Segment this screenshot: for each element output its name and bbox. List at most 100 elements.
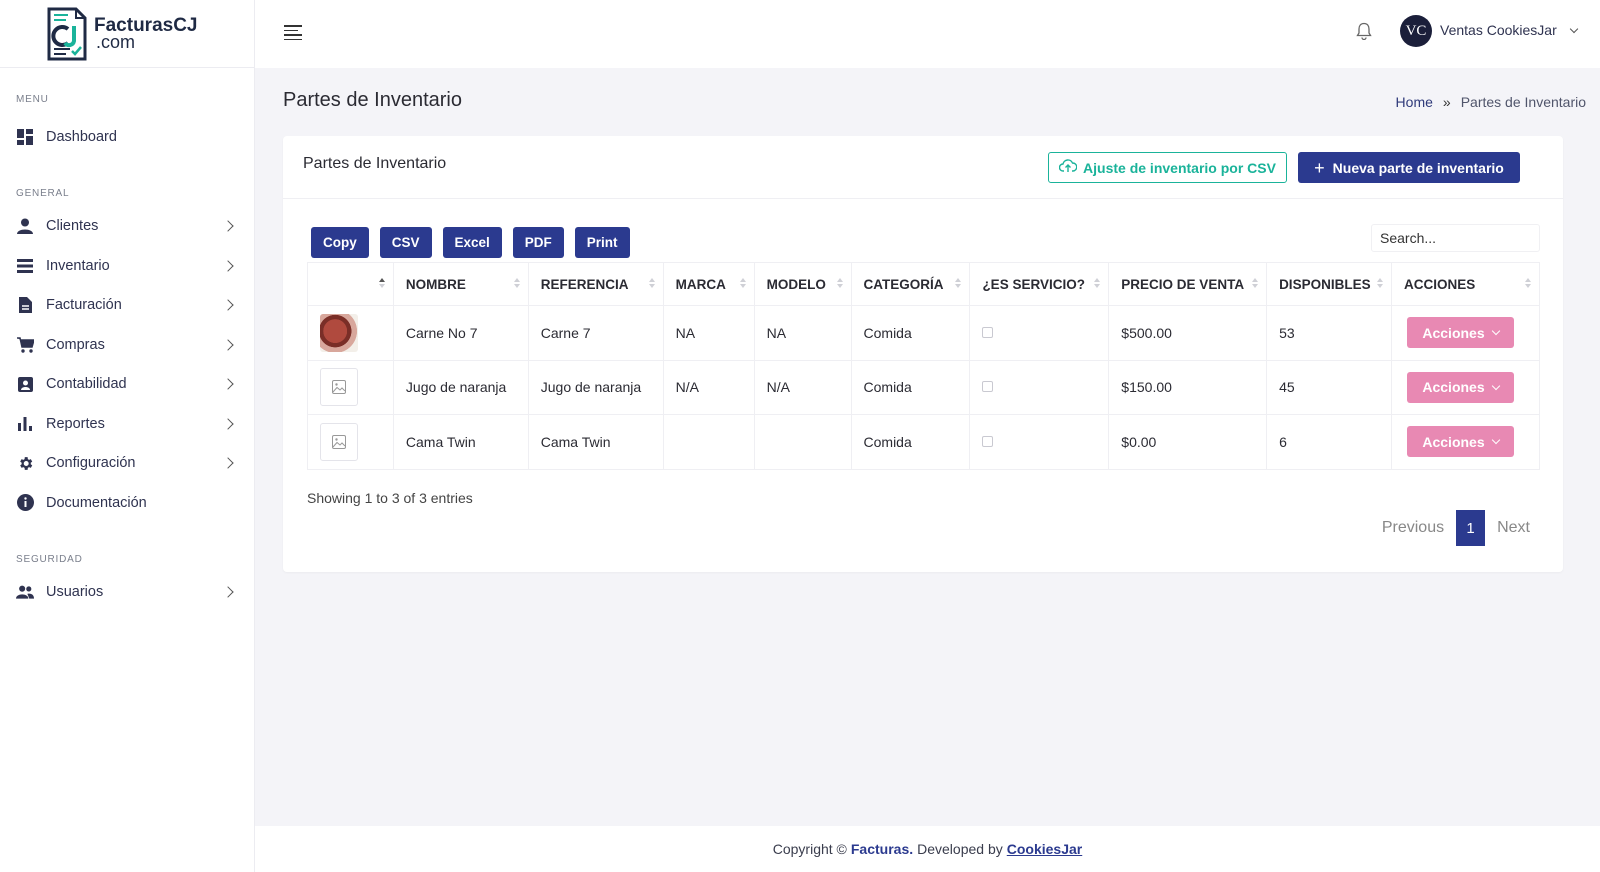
footer: Copyright © Facturas. Developed by Cooki…	[255, 826, 1600, 872]
acciones-label: Acciones	[1422, 324, 1485, 341]
column-header-marca[interactable]: MARCA	[662, 262, 755, 306]
image-placeholder-icon[interactable]	[320, 368, 358, 407]
bar-chart-icon	[16, 415, 34, 433]
avatar[interactable]: VC	[1400, 15, 1432, 47]
sidebar-item-label: Facturación	[46, 297, 122, 314]
image-placeholder-icon[interactable]	[320, 422, 358, 461]
column-header-referencia[interactable]: REFERENCIA	[527, 262, 664, 306]
acciones-button[interactable]: Acciones	[1407, 426, 1514, 458]
cell-modelo: N/A	[753, 359, 852, 415]
service-checkbox[interactable]	[982, 326, 994, 338]
sidebar-item-facturacion[interactable]: Facturación	[0, 286, 254, 326]
sidebar: FacturasCJ .com MENU Dashboard GENERAL C…	[0, 0, 255, 872]
search-input[interactable]	[1371, 224, 1540, 252]
contact-card-icon	[16, 375, 34, 393]
cart-icon	[16, 336, 34, 354]
header-label: DISPONIBLES	[1279, 276, 1371, 292]
column-header-nombre[interactable]: NOMBRE	[392, 262, 529, 306]
sort-icon	[1525, 278, 1531, 290]
acciones-label: Acciones	[1422, 379, 1485, 396]
logo[interactable]: FacturasCJ .com	[0, 0, 254, 68]
sidebar-item-contabilidad[interactable]: Contabilidad	[0, 365, 254, 405]
cell-referencia: Carne 7	[527, 305, 664, 361]
card-title: Partes de Inventario	[303, 155, 447, 172]
card-header: Partes de Inventario Ajuste de inventari…	[283, 136, 1563, 199]
pdf-button[interactable]: PDF	[512, 227, 564, 258]
breadcrumb: Home » Partes de Inventario	[1396, 94, 1586, 110]
inventory-card: Partes de Inventario Ajuste de inventari…	[283, 136, 1563, 572]
user-menu-name[interactable]: Ventas CookiesJar	[1440, 22, 1557, 38]
copy-button[interactable]: Copy	[311, 227, 369, 258]
sort-icon	[836, 278, 843, 290]
sidebar-item-dashboard[interactable]: Dashboard	[0, 117, 254, 157]
service-checkbox[interactable]	[982, 381, 994, 393]
column-header-acciones[interactable]: ACCIONES	[1391, 262, 1540, 306]
breadcrumb-home-link[interactable]: Home	[1396, 94, 1433, 110]
header-label: NOMBRE	[405, 276, 466, 292]
chevron-right-icon	[222, 339, 234, 351]
page-title: Partes de Inventario	[283, 89, 462, 111]
sidebar-item-configuracion[interactable]: Configuración	[0, 444, 254, 484]
service-checkbox[interactable]	[982, 435, 994, 447]
menu-toggle-icon[interactable]	[284, 25, 302, 41]
sidebar-item-label: Compras	[46, 336, 105, 353]
cell-precio: $150.00	[1108, 359, 1268, 415]
table-row: Carne No 7 Carne 7 NA NA Comida $500.00 …	[307, 305, 1540, 361]
sidebar-item-clientes[interactable]: Clientes	[0, 207, 254, 247]
pagination-page-1[interactable]: 1	[1456, 510, 1486, 546]
column-header-modelo[interactable]: MODELO	[753, 262, 852, 306]
logo-text: FacturasCJ .com	[94, 16, 198, 51]
column-header-es-servicio[interactable]: ¿ES SERVICIO?	[969, 262, 1110, 306]
sidebar-item-compras[interactable]: Compras	[0, 325, 254, 365]
users-icon	[16, 583, 34, 601]
csv-adjust-button[interactable]: Ajuste de inventario por CSV	[1048, 152, 1287, 183]
cell-acciones: Acciones	[1391, 414, 1540, 470]
list-icon	[16, 257, 34, 275]
sidebar-item-usuarios[interactable]: Usuarios	[0, 573, 254, 613]
cell-es-servicio	[969, 414, 1110, 470]
excel-button[interactable]: Excel	[442, 227, 502, 258]
column-header-categoria[interactable]: CATEGORÍA	[850, 262, 971, 306]
info-icon	[16, 494, 34, 512]
acciones-button[interactable]: Acciones	[1407, 371, 1514, 403]
document-icon	[16, 296, 34, 314]
sidebar-item-label: Inventario	[46, 257, 110, 274]
product-image[interactable]	[320, 313, 358, 352]
acciones-label: Acciones	[1422, 433, 1485, 450]
header-label: PRECIO DE VENTA	[1121, 276, 1245, 292]
cell-marca	[662, 414, 755, 470]
sidebar-item-inventario[interactable]: Inventario	[0, 246, 254, 286]
sidebar-item-label: Documentación	[46, 494, 147, 511]
sort-icon	[739, 278, 746, 290]
new-inventory-part-button[interactable]: + Nueva parte de inventario	[1298, 152, 1520, 183]
footer-developed-by: Developed by	[917, 841, 1003, 857]
sort-icon	[955, 278, 962, 290]
sidebar-item-reportes[interactable]: Reportes	[0, 404, 254, 444]
cell-categoria: Comida	[850, 305, 971, 361]
footer-copyright: Copyright ©	[772, 841, 847, 857]
pagination-previous[interactable]: Previous	[1382, 519, 1444, 537]
csv-button[interactable]: CSV	[379, 227, 432, 258]
menu-section-title: MENU	[16, 94, 49, 105]
column-header-image[interactable]	[307, 262, 394, 306]
bell-icon[interactable]	[1356, 22, 1374, 42]
product-image-cell	[307, 359, 394, 415]
cell-disponibles: 6	[1266, 414, 1392, 470]
pagination-next[interactable]: Next	[1497, 519, 1530, 537]
sidebar-item-documentacion[interactable]: Documentación	[0, 483, 254, 523]
header-label: MODELO	[766, 276, 826, 292]
footer-developer-link[interactable]: CookiesJar	[1007, 841, 1082, 857]
print-button[interactable]: Print	[574, 227, 630, 258]
column-header-precio[interactable]: PRECIO DE VENTA	[1108, 262, 1268, 306]
cell-modelo: NA	[753, 305, 852, 361]
logo-icon	[46, 7, 88, 61]
sort-icon	[513, 278, 520, 290]
breadcrumb-current: Partes de Inventario	[1460, 94, 1586, 110]
gear-icon	[16, 454, 34, 472]
cell-categoria: Comida	[850, 414, 971, 470]
acciones-button[interactable]: Acciones	[1407, 317, 1514, 349]
footer-brand: Facturas.	[850, 841, 914, 857]
plus-icon: +	[1314, 157, 1325, 178]
chevron-down-icon[interactable]	[1569, 24, 1579, 34]
column-header-disponibles[interactable]: DISPONIBLES	[1266, 262, 1392, 306]
